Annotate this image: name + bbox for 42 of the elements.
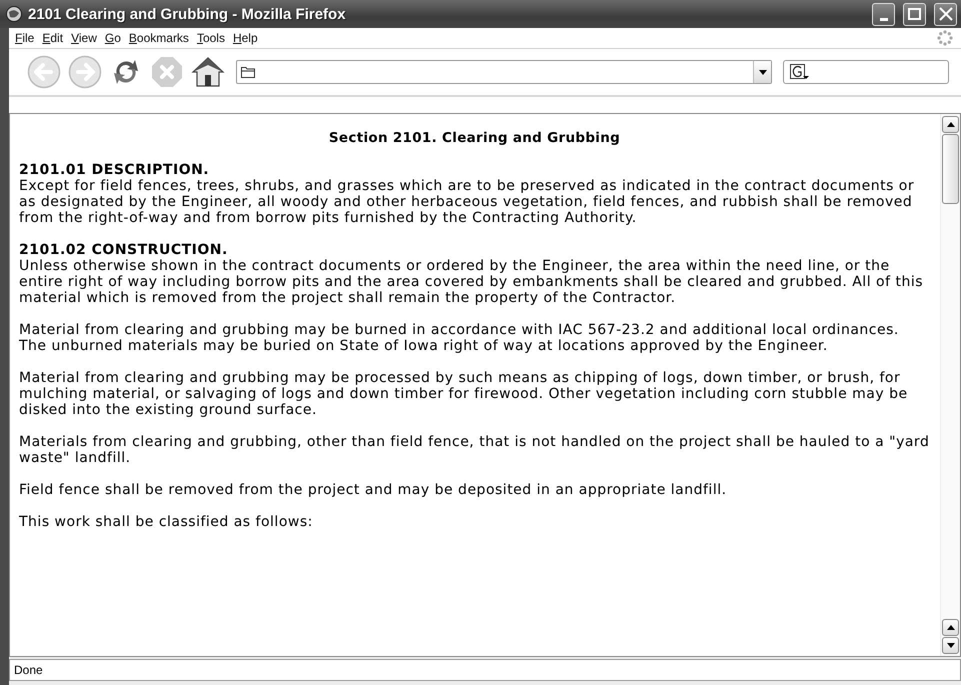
section-heading: 2101.01 DESCRIPTION. <box>19 162 210 178</box>
browser-logo-icon <box>6 6 22 22</box>
throbber-icon <box>937 30 953 46</box>
search-field[interactable] <box>783 60 949 84</box>
section-heading: 2101.02 CONSTRUCTION. <box>19 242 229 258</box>
paragraph: Unless otherwise shown in the contract documents or ordered by the Engineer, the area within the need line, or the entire right of way including borrow pits and the area covered by embankments shall be cleared and grubbed. All of this material which is removed from the project shall remain the property of the Contractor. <box>19 258 924 306</box>
paragraph: Material from clearing and grubbing may be processed by such means as chipping of logs, down timber, or brush, for mulching material, or salvaging of logs and down timber for firewood. Other vegetation including corn stubble may be disked into the existing ground surface. <box>19 370 909 418</box>
paragraph: Field fence shall be removed from the project and may be deposited in an appropriate landfill. <box>19 482 728 498</box>
minimize-icon <box>880 18 888 20</box>
page-heading: Section 2101. Clearing and Grubbing <box>328 130 622 146</box>
menu-item[interactable]: Edit <box>38 31 68 45</box>
maximize-icon <box>908 8 921 20</box>
menu-item[interactable]: View <box>67 31 101 45</box>
paragraph: Material from clearing and grubbing may be burned in accordance with IAC 567-23.2 and additional local ordinances. The unburned materials may be buried on State of Iowa right of way at locations approved by the Engineer. <box>19 322 900 354</box>
close-icon <box>938 7 952 21</box>
paragraph: This work shall be classified as follows: <box>19 514 314 530</box>
window-title: 2101 Clearing and Grubbing - Mozilla Firefox <box>28 6 347 22</box>
maximize-button[interactable] <box>903 2 926 26</box>
menu-item[interactable]: File <box>11 31 38 45</box>
scroll-thumb[interactable] <box>942 134 959 204</box>
paragraph: Materials from clearing and grubbing, other than field fence, that is not handled on the project shall be hauled to a "yard waste" landfill. <box>19 434 930 466</box>
close-button[interactable] <box>934 2 957 26</box>
menu-item[interactable]: Help <box>228 31 262 45</box>
minimize-button[interactable] <box>872 2 895 26</box>
menu-item[interactable]: Bookmarks <box>124 31 193 45</box>
up-arrow-icon <box>946 625 954 630</box>
search-engine-icon <box>790 64 810 80</box>
home-icon <box>191 55 225 89</box>
scroll-up-button[interactable] <box>942 116 959 133</box>
down-arrow-icon <box>946 643 954 648</box>
stop-icon <box>150 55 184 89</box>
dropdown-button[interactable] <box>753 61 771 83</box>
up-arrow-icon <box>946 122 954 127</box>
paragraph: Except for field fences, trees, shrubs, and grasses which are to be preserved as indicated in the contract documents or as designated by the Engineer, all woody and other herbaceous vegetation, field fences, and rubbish shall be removed from the right-of-way and from borrow pits furnished by the Contracting Authority. <box>19 178 916 226</box>
menu-item[interactable]: Tools <box>192 31 229 45</box>
caret-icon <box>758 70 766 74</box>
status-text: Done <box>14 663 43 677</box>
scroll-down-button[interactable] <box>942 637 959 654</box>
folder-icon <box>241 66 255 78</box>
menu-item[interactable]: Go <box>100 31 125 45</box>
address-field[interactable] <box>236 60 772 84</box>
scroll-up-button[interactable] <box>942 619 959 636</box>
